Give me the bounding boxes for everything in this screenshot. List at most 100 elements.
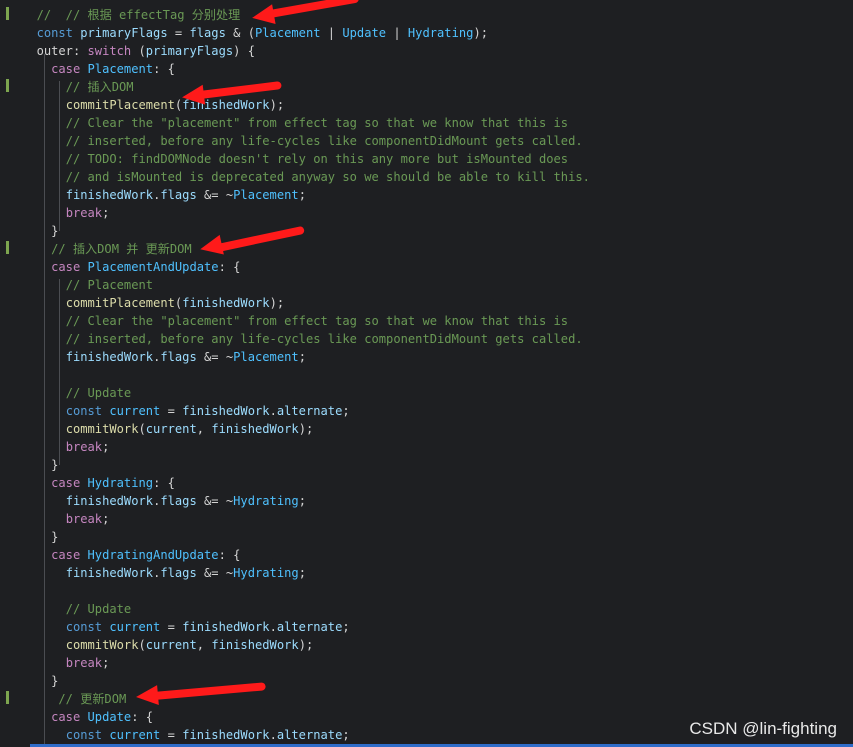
code-token: ; <box>298 494 306 508</box>
code-token: ); <box>269 98 285 112</box>
code-line[interactable]: case PlacementAndUpdate: { <box>0 258 853 276</box>
code-line[interactable]: finishedWork.flags &= ~Hydrating; <box>0 564 853 582</box>
code-line[interactable] <box>0 582 853 600</box>
code-line[interactable]: // Placement <box>0 276 853 294</box>
indent-guide <box>59 279 60 465</box>
code-token: = <box>160 728 183 742</box>
code-line[interactable]: // Update <box>0 600 853 618</box>
code-token: // 更新DOM <box>58 692 127 706</box>
code-token: Placement <box>255 26 321 40</box>
code-token: = <box>160 620 183 634</box>
code-token: | <box>386 26 408 40</box>
code-token: ) { <box>233 44 255 58</box>
code-token: Hydrating <box>233 494 299 508</box>
code-line[interactable]: const current = finishedWork.alternate; <box>0 402 853 420</box>
code-line[interactable]: commitWork(current, finishedWork); <box>0 636 853 654</box>
code-line[interactable]: case Placement: { <box>0 60 853 78</box>
code-line[interactable]: // Update <box>0 384 853 402</box>
code-line[interactable]: const current = finishedWork.alternate; <box>0 618 853 636</box>
code-line[interactable]: // // 根据 effectTag 分别处理 <box>0 6 853 24</box>
code-token: Placement <box>87 62 154 76</box>
code-token: // Placement <box>65 278 154 292</box>
code-line[interactable]: // 插入DOM 并 更新DOM <box>0 240 853 258</box>
code-token: const <box>65 620 110 634</box>
code-line[interactable]: // 更新DOM <box>0 690 853 708</box>
code-token: break <box>65 440 103 454</box>
code-line[interactable]: break; <box>0 204 853 222</box>
code-line[interactable]: // Clear the "placement" from effect tag… <box>0 312 853 330</box>
code-token: // inserted, before any life-cycles like… <box>65 134 583 148</box>
git-change-marker <box>6 7 9 20</box>
code-line[interactable]: } <box>0 528 853 546</box>
code-token: commitPlacement <box>65 296 175 310</box>
code-token: , <box>196 422 212 436</box>
code-token: const <box>36 26 81 40</box>
code-token: commitWork <box>65 422 139 436</box>
code-line[interactable]: // 插入DOM <box>0 78 853 96</box>
code-token: } <box>51 224 59 238</box>
code-token: // and isMounted is deprecated anyway so… <box>65 170 590 184</box>
code-token: : { <box>131 710 154 724</box>
code-line[interactable]: } <box>0 456 853 474</box>
code-token: ; <box>342 620 350 634</box>
code-line[interactable]: } <box>0 222 853 240</box>
code-token: } <box>51 530 59 544</box>
code-token: const <box>65 404 110 418</box>
code-line[interactable]: // Clear the "placement" from effect tag… <box>0 114 853 132</box>
code-editor[interactable]: // // 根据 effectTag 分别处理 const primaryFla… <box>0 0 853 747</box>
code-line[interactable] <box>0 366 853 384</box>
code-line[interactable]: commitPlacement(finishedWork); <box>0 96 853 114</box>
code-token: ; <box>102 656 110 670</box>
code-token: ; <box>298 566 306 580</box>
code-line[interactable]: outer: switch (primaryFlags) { <box>0 42 853 60</box>
code-token: HydratingAndUpdate <box>87 548 219 562</box>
code-token: & ( <box>225 26 255 40</box>
code-line[interactable]: const primaryFlags = flags & (Placement … <box>0 24 853 42</box>
code-line[interactable]: case HydratingAndUpdate: { <box>0 546 853 564</box>
code-line[interactable]: // inserted, before any life-cycles like… <box>0 330 853 348</box>
code-token: &= ~ <box>196 188 234 202</box>
code-token: Update <box>87 710 132 724</box>
code-token: // TODO: findDOMNode doesn't rely on thi… <box>65 152 569 166</box>
code-line[interactable]: break; <box>0 510 853 528</box>
code-token: alternate <box>276 728 343 742</box>
code-line[interactable]: finishedWork.flags &= ~Placement; <box>0 186 853 204</box>
code-line[interactable]: // and isMounted is deprecated anyway so… <box>0 168 853 186</box>
code-line[interactable]: commitPlacement(finishedWork); <box>0 294 853 312</box>
code-token: . <box>269 620 277 634</box>
code-token: ; <box>102 512 110 526</box>
code-token: . <box>269 728 277 742</box>
code-line[interactable]: break; <box>0 438 853 456</box>
code-token: finishedWork <box>211 422 299 436</box>
code-line[interactable]: finishedWork.flags &= ~Hydrating; <box>0 492 853 510</box>
code-token: finishedWork <box>182 728 270 742</box>
code-line[interactable]: // TODO: findDOMNode doesn't rely on thi… <box>0 150 853 168</box>
code-token: const <box>65 728 110 742</box>
code-token: // // 根据 effectTag 分别处理 <box>36 8 241 22</box>
code-token: : { <box>153 62 175 76</box>
code-line[interactable]: // inserted, before any life-cycles like… <box>0 132 853 150</box>
code-token: : <box>72 44 88 58</box>
code-line[interactable]: case Hydrating: { <box>0 474 853 492</box>
code-token: // 插入DOM 并 更新DOM <box>51 242 192 256</box>
code-line[interactable]: } <box>0 672 853 690</box>
code-line[interactable]: break; <box>0 654 853 672</box>
code-line[interactable]: finishedWork.flags &= ~Placement; <box>0 348 853 366</box>
code-line[interactable]: commitWork(current, finishedWork); <box>0 420 853 438</box>
code-token: case <box>51 476 88 490</box>
indent-guide <box>44 54 45 747</box>
code-token: break <box>65 512 103 526</box>
code-token: break <box>65 656 103 670</box>
code-token: &= ~ <box>196 350 234 364</box>
code-token: . <box>269 404 277 418</box>
code-token: Placement <box>233 188 299 202</box>
